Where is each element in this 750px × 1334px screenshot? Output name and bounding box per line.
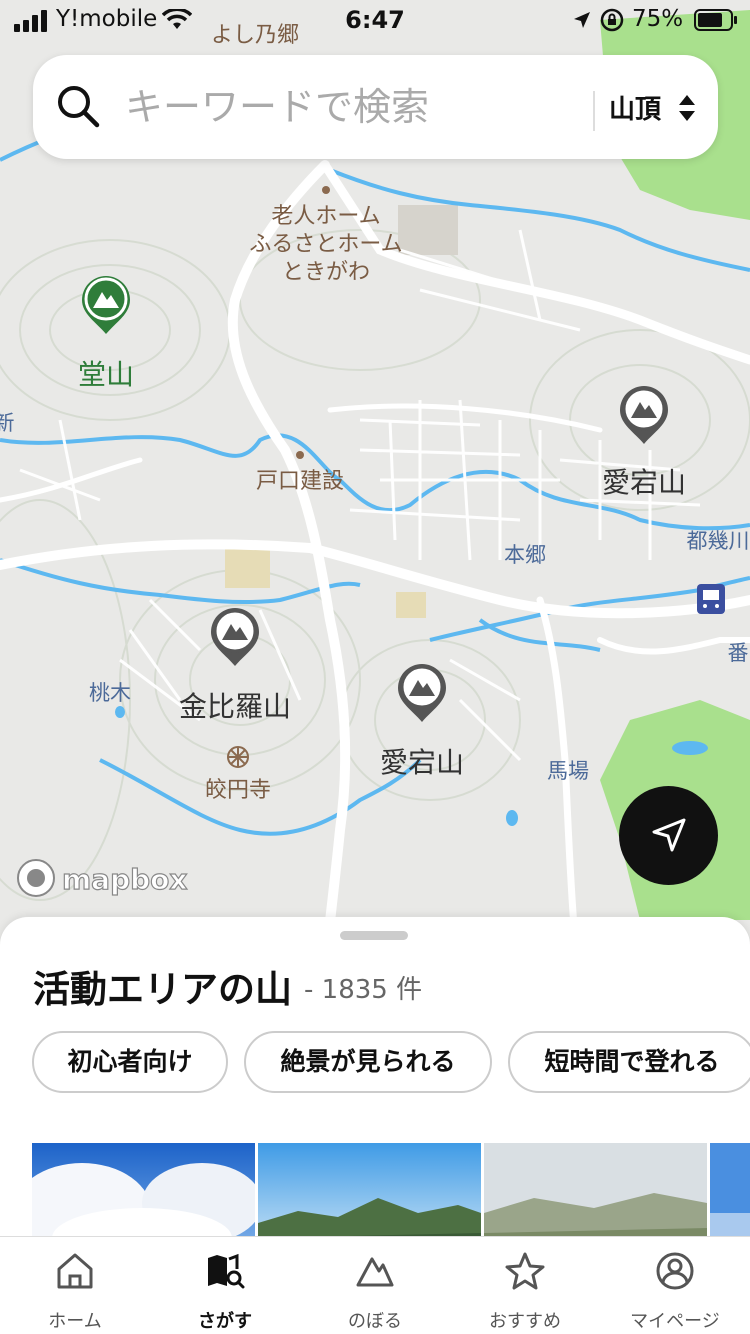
status-bar: Y!mobile 6:47 75% xyxy=(0,0,750,44)
mountain-photo-2[interactable] xyxy=(258,1143,481,1247)
tab-mypage-label: マイページ xyxy=(630,1311,720,1332)
location-arrow-icon xyxy=(574,12,590,28)
map-label-hongo: 本郷 xyxy=(504,543,546,567)
tab-recommend[interactable]: おすすめ xyxy=(450,1237,600,1334)
temple-icon xyxy=(227,746,249,768)
mountain-label-doyama: 堂山 xyxy=(78,358,134,391)
mountain-label-atago-center: 愛宕山 xyxy=(380,746,464,779)
tab-recommend-label: おすすめ xyxy=(489,1311,561,1332)
mountain-label-konpira: 金比羅山 xyxy=(179,690,291,723)
rotation-lock-icon xyxy=(600,8,624,32)
mountain-photo-4[interactable] xyxy=(710,1143,750,1247)
map-label-bamba: 馬場 xyxy=(547,759,589,783)
search-icon xyxy=(58,86,100,128)
tab-climb-label: のぼる xyxy=(348,1311,402,1332)
map-label-rojin-2: ふるさとホーム xyxy=(249,232,402,257)
chip-beginner[interactable]: 初心者向け xyxy=(32,1031,228,1093)
map-label-koenji: 皎円寺 xyxy=(205,778,271,803)
map-label-togo: 都幾川 xyxy=(687,529,750,553)
filter-chips: 初心者向け 絶景が見られる 短時間で登れる xyxy=(32,1031,750,1095)
home-icon xyxy=(57,1253,93,1289)
star-icon xyxy=(505,1252,545,1290)
profile-icon xyxy=(656,1252,694,1290)
tab-home-label: ホーム xyxy=(48,1311,102,1332)
navigation-arrow-icon xyxy=(652,818,686,852)
mountain-label-atago-right: 愛宕山 xyxy=(602,466,686,499)
station-icon xyxy=(697,584,725,614)
chip-short-climb[interactable]: 短時間で登れる xyxy=(508,1031,750,1093)
map-label-toguchi: 戸口建設 xyxy=(256,469,344,494)
mountain-photo-1[interactable] xyxy=(32,1143,255,1247)
tab-home[interactable]: ホーム xyxy=(0,1237,150,1334)
map-search-icon xyxy=(208,1253,245,1289)
map-label-rojin-1: 老人ホーム xyxy=(271,204,380,229)
tab-search-label: さがす xyxy=(198,1311,252,1332)
mountain-count: - 1835 件 xyxy=(304,975,423,1005)
map-label-rojin-3: ときがわ xyxy=(282,260,370,285)
search-divider xyxy=(593,91,595,131)
bottom-sheet[interactable]: 活動エリアの山 - 1835 件 初心者向け 絶景が見られる 短時間で登れる xyxy=(0,917,750,1247)
sheet-drag-handle[interactable] xyxy=(340,931,408,940)
battery-icon xyxy=(694,9,737,31)
map-label-ban: 番 xyxy=(728,641,749,665)
tab-mypage[interactable]: マイページ xyxy=(600,1237,750,1334)
current-location-button[interactable] xyxy=(619,786,718,885)
sort-toggle-icon[interactable] xyxy=(677,93,697,123)
search-input[interactable] xyxy=(125,77,585,137)
battery-percent: 75% xyxy=(632,6,684,32)
sheet-title: 活動エリアの山 xyxy=(33,968,292,1011)
tab-search[interactable]: さがす xyxy=(150,1237,300,1334)
mapbox-wordmark: mapbox xyxy=(62,863,187,896)
map-label-momoki: 桃木 xyxy=(89,681,131,705)
search-bar[interactable]: 山頂 xyxy=(33,55,718,159)
mountain-photo-3[interactable] xyxy=(484,1143,707,1247)
map-label-shin: 新 xyxy=(0,411,15,435)
tab-climb[interactable]: のぼる xyxy=(300,1237,450,1334)
sort-select-label[interactable]: 山頂 xyxy=(609,89,661,126)
tab-bar: ホーム さがす のぼる おすすめ マイページ xyxy=(0,1236,750,1334)
mountain-icon xyxy=(356,1257,394,1287)
mapbox-logo[interactable]: mapbox xyxy=(17,859,188,897)
chip-great-view[interactable]: 絶景が見られる xyxy=(244,1031,492,1093)
